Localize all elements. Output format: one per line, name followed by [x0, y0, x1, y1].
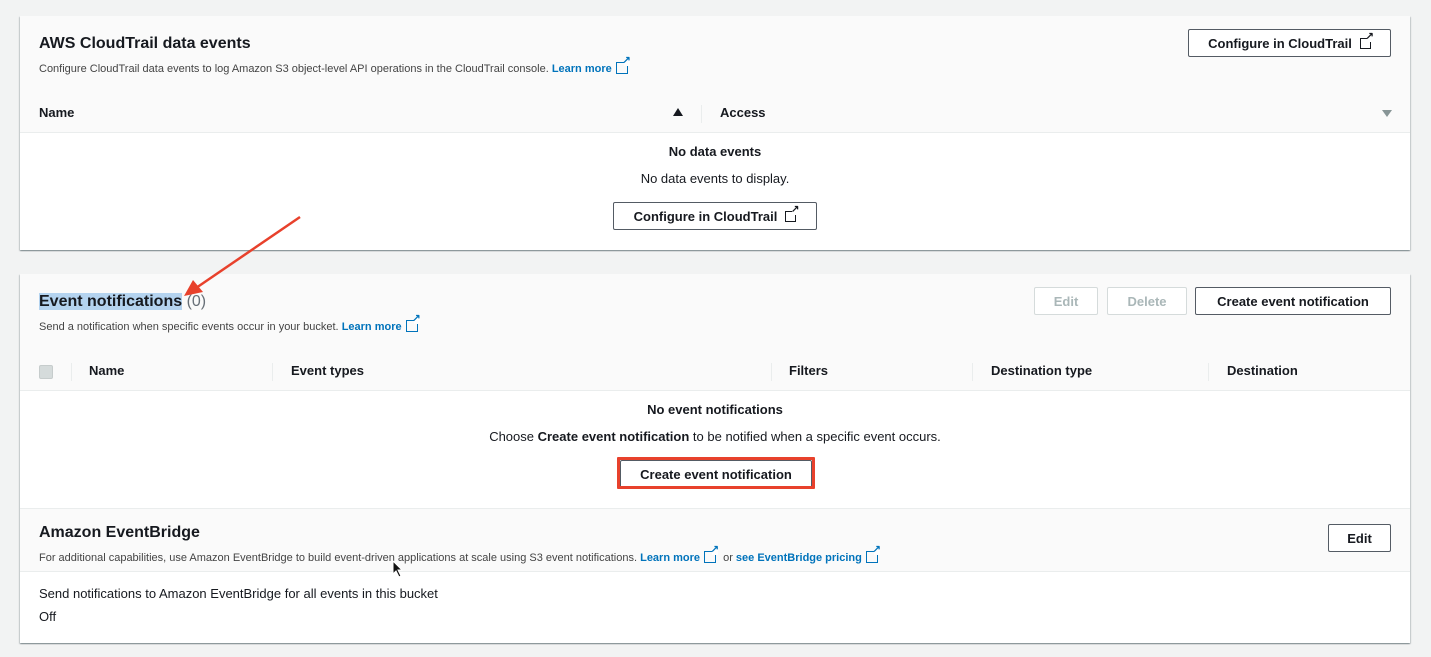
event-notifications-empty-title: No event notifications	[647, 402, 783, 417]
cloudtrail-description: Configure CloudTrail data events to log …	[39, 56, 631, 75]
column-divider	[972, 363, 973, 381]
cloudtrail-table-header: Name Access	[20, 94, 1410, 133]
column-header-destination[interactable]: Destination	[1227, 352, 1298, 390]
edit-notification-button[interactable]: Edit	[1034, 287, 1098, 315]
eventbridge-pricing-link[interactable]: see EventBridge pricing	[736, 552, 862, 564]
cloudtrail-panel: AWS CloudTrail data events Configure Clo…	[20, 16, 1410, 250]
empty-text-post: to be notified when a specific event occ…	[689, 429, 941, 444]
cloudtrail-description-text: Configure CloudTrail data events to log …	[39, 63, 549, 75]
delete-notification-button[interactable]: Delete	[1107, 287, 1187, 315]
column-header-filters[interactable]: Filters	[789, 352, 828, 390]
create-event-notification-button[interactable]: Create event notification	[1195, 287, 1391, 315]
event-notifications-description-text: Send a notification when specific events…	[39, 321, 339, 333]
eventbridge-edit-button[interactable]: Edit	[1328, 524, 1391, 552]
eventbridge-header: Amazon EventBridge For additional capabi…	[20, 508, 1410, 572]
event-notifications-title: Event notifications	[39, 293, 183, 310]
empty-create-event-notification-button[interactable]: Create event notification	[620, 460, 812, 488]
column-header-access[interactable]: Access	[720, 94, 766, 132]
eventbridge-setting-label: Send notifications to Amazon EventBridge…	[39, 586, 438, 601]
event-notifications-table-header: Name Event types Filters Destination typ…	[20, 352, 1410, 391]
event-notifications-empty-text: Choose Create event notification to be n…	[20, 429, 1410, 444]
column-header-event-types[interactable]: Event types	[291, 352, 364, 390]
configure-cloudtrail-button[interactable]: Configure in CloudTrail	[1188, 29, 1391, 57]
cloudtrail-empty-text: No data events to display.	[640, 171, 790, 186]
column-header-destination-type[interactable]: Destination type	[991, 352, 1092, 390]
eventbridge-title: Amazon EventBridge	[39, 524, 200, 541]
column-divider	[701, 105, 702, 123]
empty-configure-cloudtrail-label: Configure in CloudTrail	[633, 208, 778, 224]
event-notifications-learn-more-link[interactable]: Learn more	[342, 321, 402, 333]
column-divider	[771, 363, 772, 381]
external-link-icon	[865, 545, 881, 563]
column-header-name[interactable]: Name	[89, 352, 124, 390]
event-notifications-title-wrap: Event notifications (0)	[39, 293, 206, 311]
column-divider	[71, 363, 72, 381]
column-divider	[272, 363, 273, 381]
eventbridge-learn-more-link[interactable]: Learn more	[640, 552, 700, 564]
event-notifications-count: (0)	[186, 293, 207, 310]
empty-text-bold: Create event notification	[537, 429, 690, 444]
empty-text-pre: Choose	[489, 429, 538, 444]
sort-descending-icon[interactable]	[1382, 110, 1392, 117]
event-notifications-description: Send a notification when specific events…	[39, 314, 421, 333]
cloudtrail-empty-title: No data events	[668, 144, 762, 159]
external-link-icon	[785, 205, 799, 222]
column-header-name[interactable]: Name	[39, 94, 74, 132]
eventbridge-setting-value: Off	[39, 609, 57, 624]
select-all-checkbox[interactable]	[39, 365, 53, 379]
event-notifications-header: Event notifications (0) Send a notificat…	[20, 274, 1410, 353]
cloudtrail-title: AWS CloudTrail data events	[39, 35, 251, 52]
column-divider	[1208, 363, 1209, 381]
event-notifications-panel: Event notifications (0) Send a notificat…	[20, 274, 1410, 643]
cloudtrail-learn-more-link[interactable]: Learn more	[552, 63, 612, 75]
eventbridge-or-text: or	[723, 552, 733, 564]
external-link-icon	[615, 56, 631, 74]
sort-ascending-icon[interactable]	[673, 108, 683, 116]
eventbridge-description-text: For additional capabilities, use Amazon …	[39, 552, 638, 564]
configure-cloudtrail-label: Configure in CloudTrail	[1208, 35, 1352, 51]
empty-configure-cloudtrail-button[interactable]: Configure in CloudTrail	[613, 202, 817, 230]
cloudtrail-header: AWS CloudTrail data events Configure Clo…	[20, 16, 1410, 95]
external-link-icon	[1359, 32, 1374, 49]
external-link-icon	[704, 545, 719, 563]
eventbridge-description: For additional capabilities, use Amazon …	[39, 545, 881, 564]
external-link-icon	[405, 314, 421, 332]
